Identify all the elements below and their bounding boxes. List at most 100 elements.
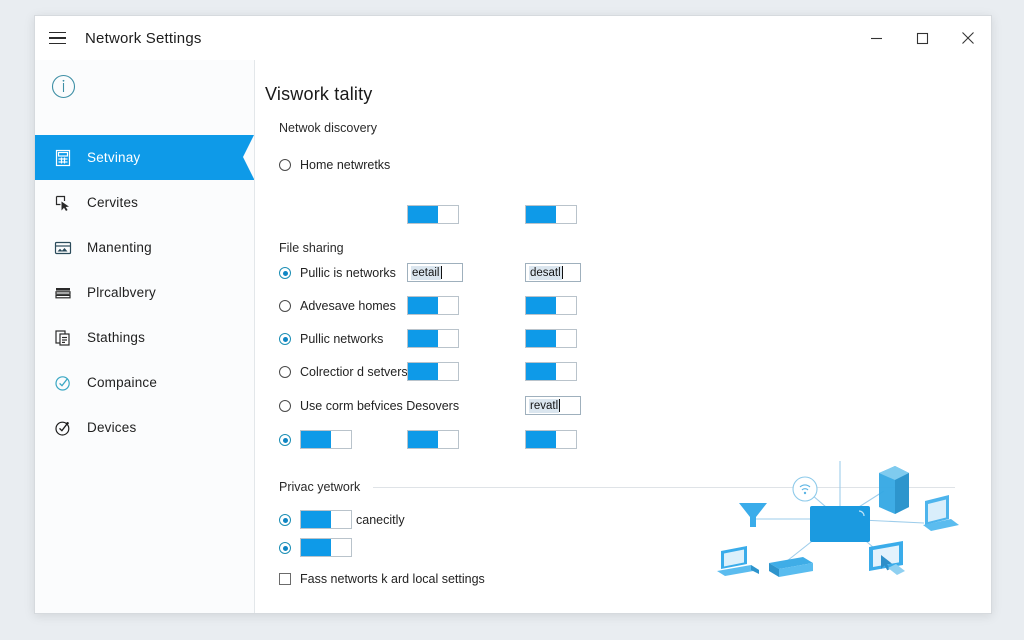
text-field-3-value: revatl — [529, 398, 560, 413]
window-title: Network Settings — [85, 29, 202, 47]
card-image-icon — [52, 237, 74, 259]
radio-collection-servers[interactable] — [279, 366, 291, 378]
toggle-collection-servers-b[interactable] — [525, 362, 577, 381]
text-caret — [440, 266, 442, 279]
row-public-networks: Pullic networks — [279, 329, 383, 349]
window-controls — [853, 16, 991, 60]
text-field-3[interactable]: revatl — [525, 396, 581, 415]
title-bar: Network Settings — [35, 16, 991, 60]
toggle-advesave-homes-a[interactable] — [407, 296, 459, 315]
row-label: Advesave homes — [300, 299, 396, 313]
sidebar-item-devices[interactable]: Devices — [35, 405, 254, 450]
radio-home-networks[interactable] — [279, 159, 291, 171]
toggle-fill — [408, 206, 438, 223]
info-circle-icon[interactable] — [49, 72, 78, 101]
row-collection-servers: Colrectior d setvers — [279, 362, 408, 382]
row-unlabeled-toggles — [279, 430, 291, 450]
toggle-advesave-homes-b[interactable] — [525, 296, 577, 315]
section-label-privacy: Privac yetwork — [279, 480, 361, 494]
section-label-discovery: Netwok discovery — [279, 121, 377, 135]
toggle-public-networks-a[interactable] — [407, 329, 459, 348]
sidebar: Setvinay Cervites Manenting Plrcalbvery … — [35, 60, 255, 613]
page-title: Viswork tality — [265, 84, 373, 104]
hamburger-icon[interactable] — [35, 16, 79, 60]
row-label: canecitly — [356, 513, 405, 527]
text-caret — [559, 399, 561, 412]
sidebar-item-compaince[interactable]: Compaince — [35, 360, 254, 405]
row-label: Fass networts k ard local settings — [300, 572, 485, 586]
toggle-fill — [301, 539, 331, 556]
toggle-fill — [408, 363, 438, 380]
row-label: Pullic is networks — [300, 266, 396, 280]
row-use-com-services: Use corm befvices Desovers — [279, 396, 459, 416]
window-body: Setvinay Cervites Manenting Plrcalbvery … — [35, 60, 991, 613]
toggle-home-networks-a[interactable] — [407, 205, 459, 224]
text-caret — [561, 266, 563, 279]
row-label: Pullic networks — [300, 332, 384, 346]
cursor-click-icon — [52, 192, 74, 214]
sidebar-item-label: Stathings — [87, 330, 146, 345]
row-pass-networks: Fass networts k ard local settings — [279, 569, 485, 589]
sidebar-item-stathings[interactable]: Stathings — [35, 315, 254, 360]
toggle-public-networks-b[interactable] — [525, 329, 577, 348]
close-icon[interactable] — [945, 16, 991, 60]
copy-document-icon — [52, 327, 74, 349]
text-field-1[interactable]: eetail — [407, 263, 463, 282]
toggle-fill — [526, 206, 556, 223]
sidebar-item-label: Setvinay — [87, 150, 141, 165]
row-privacy-second — [279, 538, 291, 558]
row-label: Colrectior d setvers — [300, 365, 408, 379]
network-topology-diagram — [709, 451, 971, 591]
text-field-2[interactable]: desatl — [525, 263, 581, 282]
check-circle-icon — [52, 372, 74, 394]
app-window: Network Settings Setvinay Cervites Manen… — [34, 15, 992, 614]
toggle-home-networks-b[interactable] — [525, 205, 577, 224]
toggle-privacy-second[interactable] — [300, 538, 352, 557]
toggle-unlabeled-b[interactable] — [407, 430, 459, 449]
sidebar-nav: Setvinay Cervites Manenting Plrcalbvery … — [35, 135, 254, 450]
sidebar-item-cervites[interactable]: Cervites — [35, 180, 254, 225]
sidebar-item-label: Cervites — [87, 195, 139, 210]
radio-capacity[interactable] — [279, 514, 291, 526]
radio-unlabeled[interactable] — [279, 434, 291, 446]
toggle-fill — [408, 330, 438, 347]
sidebar-item-manenting[interactable]: Manenting — [35, 225, 254, 270]
checkbox-pass-networks[interactable] — [279, 573, 291, 585]
sidebar-item-plrcalbvery[interactable]: Plrcalbvery — [35, 270, 254, 315]
row-label: Use corm befvices Desovers — [300, 399, 460, 413]
radio-privacy-second[interactable] — [279, 542, 291, 554]
row-label: Home netwretks — [300, 158, 391, 172]
row-home-networks: Home netwretks — [279, 155, 390, 175]
calculator-icon — [52, 147, 74, 169]
minimize-icon[interactable] — [853, 16, 899, 60]
text-field-1-value: eetail — [411, 265, 441, 280]
sidebar-item-label: Manenting — [87, 240, 152, 255]
toggle-fill — [526, 431, 556, 448]
toggle-fill — [408, 431, 438, 448]
radio-use-com-services[interactable] — [279, 400, 291, 412]
row-capacity — [279, 510, 291, 530]
section-label-file-sharing: File sharing — [279, 241, 344, 255]
toggle-unlabeled-a[interactable] — [300, 430, 352, 449]
sidebar-item-label: Plrcalbvery — [87, 285, 156, 300]
maximize-icon[interactable] — [899, 16, 945, 60]
toggle-fill — [301, 431, 331, 448]
toggle-unlabeled-c[interactable] — [525, 430, 577, 449]
layers-stack-icon — [52, 282, 74, 304]
text-field-2-value: desatl — [529, 265, 562, 280]
toggle-collection-servers-a[interactable] — [407, 362, 459, 381]
sidebar-item-label: Devices — [87, 420, 137, 435]
row-advesave-homes: Advesave homes — [279, 296, 396, 316]
toggle-fill — [408, 297, 438, 314]
row-capacity-label: canecitly — [356, 510, 405, 530]
sidebar-item-setvinay[interactable]: Setvinay — [35, 135, 254, 180]
toggle-fill — [301, 511, 331, 528]
toggle-fill — [526, 330, 556, 347]
toggle-fill — [526, 363, 556, 380]
main-panel: Viswork tality Netwok discovery Home net… — [255, 60, 991, 613]
radio-public-is-networks[interactable] — [279, 267, 291, 279]
toggle-fill — [526, 297, 556, 314]
radio-advesave-homes[interactable] — [279, 300, 291, 312]
radio-public-networks[interactable] — [279, 333, 291, 345]
toggle-capacity[interactable] — [300, 510, 352, 529]
